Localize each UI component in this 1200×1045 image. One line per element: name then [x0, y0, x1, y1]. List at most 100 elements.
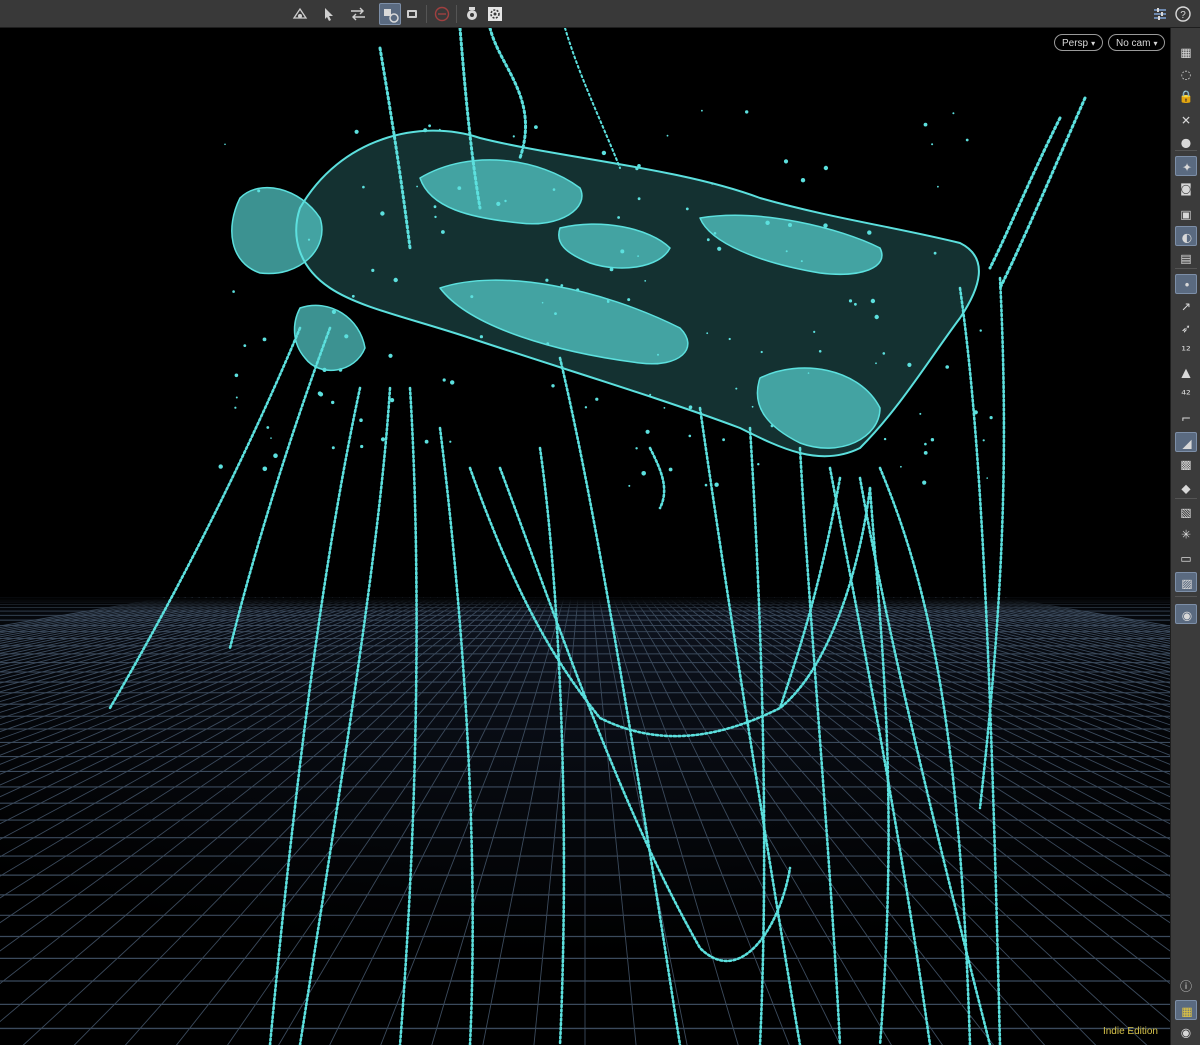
vector-icon[interactable]: ➶: [1175, 318, 1197, 338]
particle-point: [359, 418, 363, 422]
svg-text:🔒: 🔒: [1179, 90, 1194, 104]
lighting-icon[interactable]: ✳: [1175, 524, 1197, 544]
svg-text:↗: ↗: [1181, 300, 1191, 314]
svg-text:✕: ✕: [1181, 114, 1191, 128]
primitive-number-icon[interactable]: ⁴²: [1175, 384, 1197, 404]
geometry-icon[interactable]: ◆: [1175, 478, 1197, 498]
particle-point: [224, 144, 226, 146]
particle-point: [620, 249, 624, 253]
settings-icon[interactable]: [484, 3, 506, 25]
camera-mode-menu[interactable]: Persp ▾: [1054, 34, 1103, 51]
particle-point: [273, 453, 278, 458]
sphere-icon[interactable]: ●: [1175, 132, 1197, 152]
particle-point: [236, 397, 238, 399]
layout-icon[interactable]: ▦: [1175, 1000, 1197, 1020]
lock-icon[interactable]: 🔒: [1175, 86, 1197, 106]
particle-point: [701, 110, 703, 112]
toolbar-divider: [1175, 498, 1197, 499]
particle-point: [457, 186, 461, 190]
particle-point: [907, 363, 911, 367]
particle-point: [257, 189, 260, 192]
disabled-tool-icon[interactable]: [431, 3, 453, 25]
info-icon[interactable]: ⓘ: [1175, 976, 1197, 996]
shaded-icon[interactable]: ◢: [1175, 432, 1197, 452]
particle-point: [560, 284, 563, 287]
svg-text:⁴²: ⁴²: [1181, 388, 1191, 402]
particle-point: [344, 334, 348, 338]
chevron-down-icon: ▾: [1091, 35, 1095, 52]
particle-point: [234, 407, 236, 409]
svg-text:▦: ▦: [1181, 1005, 1192, 1019]
particle-point: [439, 129, 441, 131]
svg-text:◙: ◙: [1180, 182, 1192, 196]
svg-text:▨: ▨: [1181, 577, 1192, 591]
particle-point: [263, 467, 268, 472]
texture-icon[interactable]: ▩: [1175, 454, 1197, 474]
particle-point: [788, 223, 792, 227]
point-display-icon[interactable]: •: [1175, 274, 1197, 294]
particle-point: [504, 200, 506, 202]
particle-point: [649, 394, 651, 396]
particle-point: [638, 197, 641, 200]
primitive-display-icon[interactable]: ▲: [1175, 362, 1197, 382]
svg-text:◌: ◌: [1181, 68, 1191, 82]
transform-tool-icon[interactable]: [347, 3, 369, 25]
3d-viewport[interactable]: Persp ▾ No cam ▾ Indie Edition: [0, 28, 1170, 1045]
particle-point: [705, 484, 708, 487]
particle-point: [706, 332, 708, 334]
particle-point: [990, 416, 993, 419]
particle-point: [534, 125, 538, 129]
particle-point: [434, 216, 436, 218]
svg-text:•: •: [1183, 279, 1190, 293]
particle-point: [263, 338, 267, 342]
view-tool-icon[interactable]: [289, 3, 311, 25]
toolbar-divider: [456, 5, 457, 23]
display-settings-icon[interactable]: [1149, 3, 1171, 25]
particle-point: [664, 407, 666, 409]
particle-point: [235, 374, 239, 378]
particle-point: [628, 485, 630, 487]
shading-mode-icon[interactable]: ▧: [1175, 502, 1197, 522]
flipbook-icon[interactable]: ▤: [1175, 248, 1197, 268]
svg-text:▩: ▩: [1180, 458, 1191, 472]
svg-text:⌐: ⌐: [1181, 412, 1191, 426]
normal-icon[interactable]: ↗: [1175, 296, 1197, 316]
eye-icon[interactable]: ◉: [1175, 1022, 1197, 1042]
wireframe-icon[interactable]: ▦: [1175, 42, 1197, 62]
background-icon[interactable]: ▭: [1175, 548, 1197, 568]
particle-point: [884, 438, 886, 440]
visibility-icon[interactable]: ◐: [1175, 226, 1197, 246]
houdini-scene-viewer: ? Persp ▾ No cam ▾ Indie Edition ▦ ◌ 🔒 ✕…: [0, 0, 1200, 1045]
ghost-icon[interactable]: ◌: [1175, 64, 1197, 84]
particle-point: [986, 477, 988, 479]
particle-point: [689, 435, 692, 438]
particle-point: [480, 335, 483, 338]
render-icon[interactable]: [461, 3, 483, 25]
snapping-icon[interactable]: [379, 3, 401, 25]
background-image-icon[interactable]: ▨: [1175, 572, 1197, 592]
particle-point: [819, 350, 822, 353]
particle-point: [635, 447, 637, 449]
svg-text:▤: ▤: [1180, 252, 1191, 266]
camera-icon[interactable]: ◙: [1175, 178, 1197, 198]
uv-boundary-icon[interactable]: ⌐: [1175, 408, 1197, 428]
particle-point: [924, 123, 928, 127]
display-options-icon[interactable]: [401, 3, 423, 25]
marker-icon[interactable]: ◉: [1175, 604, 1197, 624]
snapshot-icon[interactable]: ▣: [1175, 204, 1197, 224]
remove-icon[interactable]: ✕: [1175, 110, 1197, 130]
camera-select-menu[interactable]: No cam ▾: [1108, 34, 1165, 51]
select-tool-icon[interactable]: [319, 3, 341, 25]
light-icon[interactable]: ✦: [1175, 156, 1197, 176]
particle-point: [931, 438, 934, 441]
particle-point: [339, 368, 343, 372]
particle-point: [394, 278, 398, 282]
particle-point: [646, 430, 650, 434]
particle-point: [757, 463, 759, 465]
particle-point: [717, 247, 721, 251]
help-icon[interactable]: ?: [1172, 3, 1194, 25]
particle-point: [714, 232, 717, 235]
particle-cluster: [295, 305, 365, 370]
particle-point: [924, 443, 927, 446]
point-number-icon[interactable]: ¹²: [1175, 340, 1197, 360]
